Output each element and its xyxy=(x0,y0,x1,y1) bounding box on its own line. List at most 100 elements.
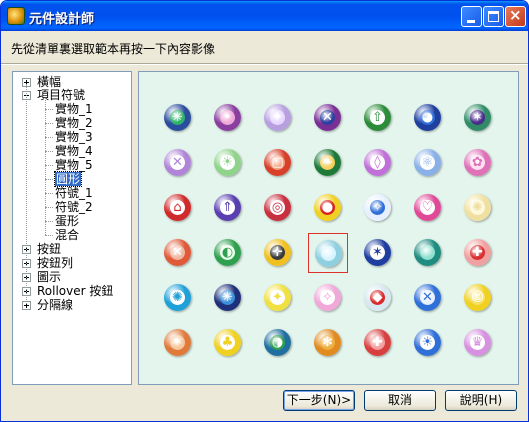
bullet-thumbnail[interactable]: ◊ xyxy=(358,143,398,183)
tree-item[interactable]: 蛋形 xyxy=(55,214,79,228)
bullet-thumbnail[interactable]: ✛ xyxy=(258,233,298,273)
purple-bulb-bullet-icon: ◊ xyxy=(364,149,391,176)
tree-item[interactable]: 符號_2 xyxy=(55,200,93,214)
blue-x-bullet-icon: ✕ xyxy=(414,284,441,311)
tree-item-label: 橫幅 xyxy=(37,75,62,89)
bullet-thumbnail[interactable]: ✕ xyxy=(308,98,348,138)
bullet-thumbnail[interactable]: ✕ xyxy=(408,278,448,318)
bullet-thumbnail[interactable]: ✕ xyxy=(158,143,198,183)
bullet-thumbnail[interactable]: ✶ xyxy=(358,233,398,273)
bullet-thumbnail[interactable]: ✧ xyxy=(358,188,398,228)
tree-item-label: 按鈕列 xyxy=(37,256,74,270)
tree-item[interactable]: 按鈕 xyxy=(37,242,61,256)
green-asterisk-bullet-icon: ✳ xyxy=(164,104,191,131)
bullet-thumbnail[interactable]: ✳ xyxy=(208,278,248,318)
tree-item[interactable]: 圓形 xyxy=(53,171,83,187)
bullet-thumbnail[interactable]: ♡ xyxy=(408,188,448,228)
instruction-text: 先從清單裏選取範本再按一下內容影像 xyxy=(11,42,216,56)
pink-compass-bullet-icon: ✧ xyxy=(314,284,341,311)
bullet-thumbnail[interactable]: ☀ xyxy=(408,323,448,363)
purple-arrow-bullet-icon: ⇑ xyxy=(214,194,241,221)
tree-item[interactable]: 實物_3 xyxy=(55,130,93,144)
bullet-thumbnail[interactable]: ✶ xyxy=(158,323,198,363)
tree-item-label: 實物_4 xyxy=(55,144,93,158)
bullet-thumbnail[interactable] xyxy=(408,233,448,273)
template-tree[interactable]: 橫幅 項目符號 實物_1 實物_2 實物_3 實物_4 實物_5 圓形 符號_1 符號_2 蛋形 混合… xyxy=(12,71,132,385)
bullet-thumbnail[interactable]: ✦ xyxy=(258,98,298,138)
bullet-thumbnail[interactable]: ✕ xyxy=(158,233,198,273)
bullet-thumbnail[interactable]: ✺ xyxy=(158,278,198,318)
tree-item[interactable]: 實物_4 xyxy=(55,144,93,158)
bullet-thumbnail[interactable]: ♛ xyxy=(458,323,498,363)
tree-item-label: 實物_5 xyxy=(55,158,93,172)
maximize-button[interactable] xyxy=(483,6,504,27)
bullet-thumbnail[interactable]: ⇑ xyxy=(208,188,248,228)
bullet-thumbnail[interactable]: ▢ xyxy=(258,143,298,183)
blue-atom-bullet-icon: ⚛ xyxy=(414,149,441,176)
red-target-bullet-icon: ◎ xyxy=(264,194,291,221)
title-bar[interactable]: 元件設計師 × xyxy=(1,1,528,31)
tree-item[interactable]: 混合 xyxy=(55,228,79,242)
tree-connector xyxy=(45,179,53,180)
navy-asterisk-bullet-icon: ✳ xyxy=(214,284,241,311)
tree-connector xyxy=(45,109,53,110)
bullet-thumbnail[interactable]: ❧ xyxy=(308,143,348,183)
bullet-thumbnail[interactable]: ⚛ xyxy=(408,143,448,183)
bullet-thumbnail[interactable]: ◕ xyxy=(408,98,448,138)
tree-item-label: 按鈕 xyxy=(37,242,62,256)
tree-item[interactable]: 橫幅 xyxy=(37,75,61,89)
bullet-thumbnail[interactable]: ✶ xyxy=(458,98,498,138)
bullet-thumbnail[interactable]: ✺ xyxy=(458,188,498,228)
tree-item[interactable]: 實物_1 xyxy=(55,102,93,116)
bullet-thumbnail[interactable]: ✳ xyxy=(158,98,198,138)
tree-item[interactable]: 按鈕列 xyxy=(37,256,73,270)
tree-item[interactable]: 實物_5 xyxy=(55,158,93,172)
tree-item[interactable]: 圖示 xyxy=(37,270,61,284)
pink-heart-bullet-icon: ♡ xyxy=(414,194,441,221)
green-apple-bullet-icon: ♣ xyxy=(214,329,241,356)
bullet-thumbnail[interactable]: ⇧ xyxy=(358,98,398,138)
bullet-thumbnail[interactable]: ✚ xyxy=(458,233,498,273)
tree-connector xyxy=(26,84,27,304)
bullet-thumbnail[interactable]: ☀ xyxy=(208,143,248,183)
tree-item[interactable]: 實物_2 xyxy=(55,116,93,130)
bullet-thumbnail[interactable]: ✚ xyxy=(358,323,398,363)
bullet-thumbnail[interactable]: ◐ xyxy=(208,233,248,273)
tree-item[interactable]: 分隔線 xyxy=(37,298,73,312)
bullet-thumbnail[interactable]: ☺ xyxy=(458,278,498,318)
green-sun-bullet-icon: ☀ xyxy=(214,149,241,176)
next-button[interactable]: 下一步(N)> xyxy=(283,390,355,411)
green-globe-bullet-icon: ◑ xyxy=(264,329,291,356)
red-house-bullet-icon: ⌂ xyxy=(164,194,191,221)
bullet-thumbnail[interactable] xyxy=(308,233,348,273)
bullet-thumbnail[interactable]: ◆ xyxy=(358,278,398,318)
bullet-thumbnail[interactable]: ✧ xyxy=(308,278,348,318)
orange-person-bullet-icon: ✻ xyxy=(314,329,341,356)
bullet-thumbnail[interactable]: ♣ xyxy=(208,323,248,363)
bullet-thumbnail[interactable]: ✦ xyxy=(258,278,298,318)
yellow-smiley-bullet-icon: ☺ xyxy=(464,284,491,311)
tree-item[interactable]: 符號_1 xyxy=(55,186,93,200)
red-diamond-bullet-icon: ◆ xyxy=(364,284,391,311)
tree-item-label: 圖示 xyxy=(37,270,62,284)
bullet-thumbnail[interactable]: ⌂ xyxy=(158,188,198,228)
cancel-button[interactable]: 取消 xyxy=(364,390,436,411)
gold-sparkle-bullet-icon: ✺ xyxy=(464,194,491,221)
tree-item[interactable]: Rollover 按鈕 xyxy=(37,284,113,298)
bullet-thumbnail[interactable]: ● xyxy=(308,188,348,228)
bullet-thumbnail[interactable]: ✿ xyxy=(458,143,498,183)
bullet-thumbnail[interactable]: • xyxy=(208,98,248,138)
bullet-thumbnail[interactable]: ✻ xyxy=(308,323,348,363)
bullet-thumbnail[interactable]: ◑ xyxy=(258,323,298,363)
bullet-gallery: ✳ • ✦ ✕ ⇧ ◕ ✶ ✕ ☀ ▢ ❧ ◊ ⚛ ✿ ⌂ ⇑ ◎ ● ✧ ♡ ✺ ✕ ◐ ✛ ✶ ✚ ✺ ✳ ✦ ✧ ◆ ✕ ☺ ✶ ♣ ◑ ✻ ✚ ☀ ♛ xyxy=(138,71,519,385)
red-square-bullet-icon: ▢ xyxy=(264,149,291,176)
teal-sphere-bullet-icon xyxy=(414,239,441,266)
help-button[interactable]: 說明(H) xyxy=(445,390,517,411)
green-arrow-up-bullet-icon: ⇧ xyxy=(364,104,391,131)
tree-item-label: 分隔線 xyxy=(37,298,74,312)
orange-star-bullet-icon: ✶ xyxy=(164,329,191,356)
minimize-button[interactable] xyxy=(461,6,482,27)
orange-x-bullet-icon: ✕ xyxy=(164,239,191,266)
close-button[interactable]: × xyxy=(505,6,526,27)
bullet-thumbnail[interactable]: ◎ xyxy=(258,188,298,228)
